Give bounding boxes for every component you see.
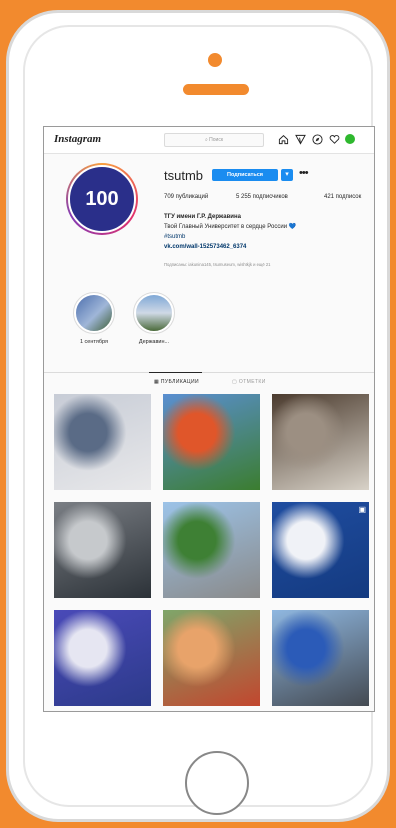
highlight-derzhavin[interactable]: Державин...	[124, 292, 184, 345]
home-button[interactable]	[185, 751, 249, 815]
highlight-label: Державин...	[138, 339, 170, 345]
heart-icon[interactable]	[328, 133, 341, 146]
profile-avatar-ring[interactable]: 100	[66, 163, 138, 235]
active-tab-indicator	[149, 372, 202, 373]
post-8[interactable]	[163, 610, 260, 706]
bio-text: Твой Главный Университет в сердце России…	[164, 224, 297, 230]
highlight-1-september[interactable]: 1 сентября	[64, 292, 124, 345]
followed-by-text[interactable]: Подписаны: iakunina145, tsumuseum, wisht…	[164, 262, 271, 267]
tab-posts-label: ПУБЛИКАЦИИ	[160, 379, 199, 385]
tab-tagged[interactable]: ▢ ОТМЕТКИ	[232, 379, 266, 385]
topbar: Instagram ⌕ Поиск	[44, 127, 374, 154]
home-icon[interactable]	[277, 133, 290, 146]
post-1[interactable]	[54, 394, 151, 490]
search-input[interactable]: ⌕ Поиск	[164, 133, 264, 147]
compass-icon[interactable]	[311, 133, 324, 146]
following-count[interactable]: 421 подписок	[324, 194, 361, 200]
phone-speaker	[183, 84, 249, 95]
post-2[interactable]	[163, 394, 260, 490]
send-icon[interactable]	[294, 133, 307, 146]
post-5[interactable]	[163, 502, 260, 598]
bio-link[interactable]: vk.com/wall-152573462_6374	[164, 242, 296, 252]
highlight-thumbnail	[133, 292, 175, 334]
tab-posts[interactable]: ▦ ПУБЛИКАЦИИ	[154, 379, 199, 385]
nav-icons	[277, 133, 355, 146]
profile-bio: ТГУ имени Г.Р. Державина Твой Главный Ун…	[164, 212, 296, 252]
follow-button[interactable]: Подписаться	[212, 169, 278, 181]
video-icon: ▣	[358, 505, 366, 514]
profile-full-name: ТГУ имени Г.Р. Державина	[164, 214, 241, 220]
highlight-label: 1 сентября	[79, 339, 109, 345]
profile-avatar-image: 100	[68, 165, 136, 233]
tab-tagged-label: ОТМЕТКИ	[238, 379, 266, 385]
search-placeholder: Поиск	[209, 137, 224, 143]
avatar-logo-text: 100	[85, 187, 119, 210]
profile-tabs: ▦ ПУБЛИКАЦИИ ▢ ОТМЕТКИ	[44, 372, 374, 385]
post-3[interactable]	[272, 394, 369, 490]
post-4[interactable]	[54, 502, 151, 598]
post-7[interactable]	[54, 610, 151, 706]
bio-hashtag[interactable]: #tsutmb	[164, 232, 296, 242]
followers-count[interactable]: 5 255 подписчиков	[236, 194, 288, 200]
front-camera	[208, 53, 222, 67]
highlight-thumbnail	[73, 292, 115, 334]
instagram-screen: Instagram ⌕ Поиск 100 tsutmb Подписаться…	[43, 126, 375, 712]
follow-dropdown-button[interactable]: ▾	[281, 169, 293, 181]
instagram-logo[interactable]: Instagram	[54, 133, 101, 145]
post-9[interactable]	[272, 610, 369, 706]
profile-avatar[interactable]	[345, 134, 355, 144]
posts-count: 709 публикаций	[164, 194, 209, 200]
post-6[interactable]: ▣	[272, 502, 369, 598]
profile-username: tsutmb	[164, 168, 204, 183]
more-options-icon[interactable]: •••	[299, 167, 309, 179]
